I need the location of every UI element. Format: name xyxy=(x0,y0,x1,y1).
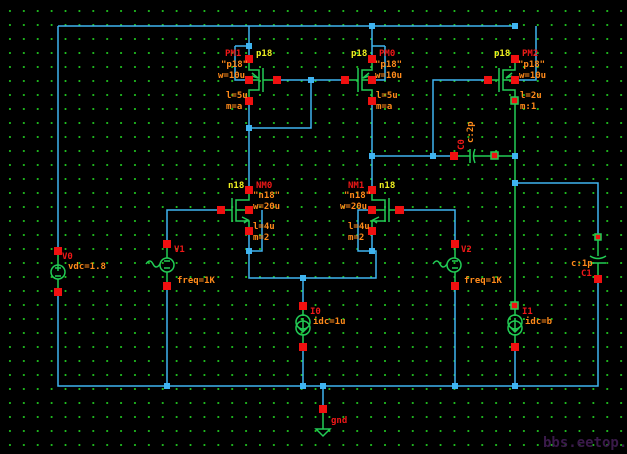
instance-name: NM0 xyxy=(256,181,272,191)
source-param: idc=b xyxy=(525,316,553,327)
width: w=10u xyxy=(375,71,402,81)
length: l=2u xyxy=(520,91,542,101)
width: w=10u xyxy=(519,71,546,81)
capacitor-C0[interactable]: C0 c:2p xyxy=(450,121,499,164)
ground-gnd[interactable]: gnd xyxy=(314,405,347,438)
length: l=4u xyxy=(253,222,275,232)
instance-name: PM1 xyxy=(225,49,241,59)
instance-name: C1 xyxy=(581,269,592,279)
instance-name: I0 xyxy=(310,307,321,317)
instance-name: I1 xyxy=(522,307,533,317)
multiplier: m=2 xyxy=(253,233,269,243)
model: "n18" xyxy=(253,191,280,201)
cap-value: c:2p xyxy=(466,121,476,143)
instance-name: PM0 xyxy=(379,49,395,59)
width: w=20u xyxy=(253,202,280,212)
model: "p18" xyxy=(518,60,545,70)
length: l=5u xyxy=(376,91,398,101)
current-source-I0[interactable]: I0 idc=1u xyxy=(295,302,346,351)
cap-value: c:1p xyxy=(571,259,593,269)
length: l=5u xyxy=(226,91,248,101)
multiplier: m:1 xyxy=(520,102,536,112)
instance-name: V0 xyxy=(62,252,73,262)
instance-name: V2 xyxy=(461,245,472,255)
multiplier: m=a xyxy=(376,102,392,112)
pmos-PM1[interactable]: PM1 p18 "p18" w=10u l=5u m=a xyxy=(218,49,281,112)
pmos-PM0[interactable]: p18 PM0 "p18" w=10u l=5u m=a xyxy=(341,49,402,112)
source-param: idc=1u xyxy=(313,316,346,327)
cell-name: p18 xyxy=(351,49,367,59)
nmos-NM0[interactable]: n18 NM0 "n18" w=20u l=4u m=2 xyxy=(217,181,280,243)
source-param: freq=1K xyxy=(177,276,216,286)
schematic[interactable]: PM1 p18 "p18" w=10u l=5u m=a p18 PM0 "p1… xyxy=(0,0,627,454)
current-source-I1[interactable]: I1 idc=b xyxy=(507,301,553,351)
instance-name: V1 xyxy=(174,245,185,255)
instance-name: NM1 xyxy=(348,181,364,191)
instance-name: gnd xyxy=(331,416,347,426)
schematic-canvas[interactable]: PM1 p18 "p18" w=10u l=5u m=a p18 PM0 "p1… xyxy=(0,0,627,454)
nmos-NM1[interactable]: NM1 n18 "n18" w=20u l=4u m=2 xyxy=(340,181,404,243)
source-param: vdc=1.8 xyxy=(68,262,106,272)
model: "n18" xyxy=(344,191,371,201)
instance-name: PM2 xyxy=(522,49,538,59)
multiplier: m=2 xyxy=(348,233,364,243)
multiplier: m=a xyxy=(226,102,242,112)
source-param: freq=1K xyxy=(464,276,503,286)
dc-source-V0[interactable]: V0 vdc=1.8 xyxy=(50,247,106,296)
cell-name: n18 xyxy=(379,181,395,191)
model: "p18" xyxy=(375,60,402,70)
width: w=10u xyxy=(218,71,245,81)
width: w=20u xyxy=(340,202,367,212)
sine-source-V2[interactable]: V2 freq=1K xyxy=(432,240,503,290)
sine-source-V1[interactable]: V1 freq=1K xyxy=(145,240,216,290)
length: l=4u xyxy=(348,222,370,232)
cell-name: p18 xyxy=(256,49,272,59)
capacitor-C1[interactable]: c:1p C1 xyxy=(571,233,607,283)
cell-name: n18 xyxy=(228,181,244,191)
cell-name: p18 xyxy=(494,49,510,59)
pmos-PM2[interactable]: p18 PM2 "p18" w=10u l=2u m:1 xyxy=(484,49,546,112)
watermark: bbs.eetop.cn xyxy=(543,435,627,451)
model: "p18" xyxy=(221,60,248,70)
